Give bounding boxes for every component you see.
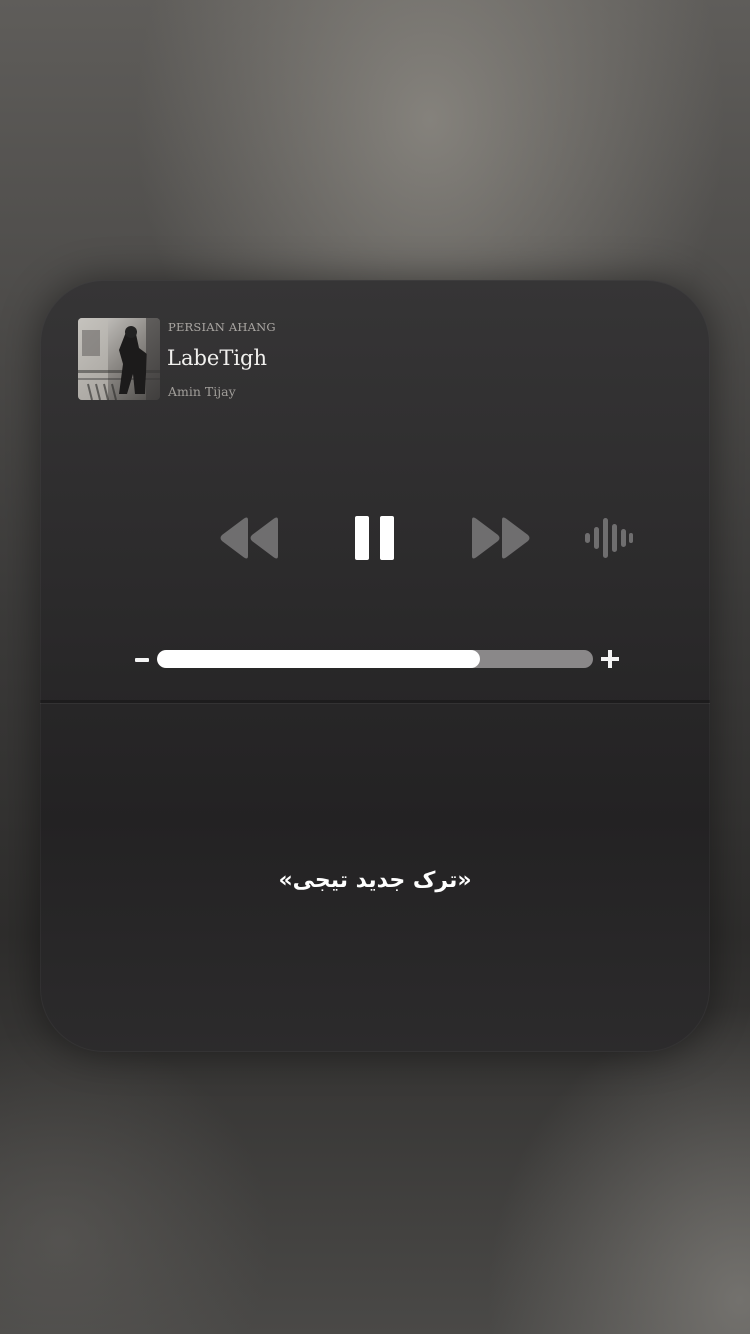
audio-waveform-icon <box>585 518 633 558</box>
track-title: LabeTigh <box>167 346 268 370</box>
source-label: PERSIAN AHANG <box>168 320 276 334</box>
album-art[interactable] <box>78 318 160 400</box>
volume-slider[interactable] <box>157 650 593 668</box>
audio-output-button[interactable] <box>583 516 635 560</box>
fast-forward-button[interactable] <box>470 514 532 562</box>
pause-button[interactable] <box>354 514 396 562</box>
rewind-icon <box>220 517 278 559</box>
volume-slider-fill <box>157 650 480 668</box>
now-playing-card: PERSIAN AHANG LabeTigh Amin Tijay «ترک ج… <box>40 280 710 1052</box>
volume-plus-icon[interactable] <box>601 650 619 668</box>
pause-icon <box>355 516 394 560</box>
fast-forward-icon <box>472 517 530 559</box>
caption-text: «ترک جدید تیجی» <box>278 868 472 893</box>
volume-minus-icon[interactable] <box>135 658 149 662</box>
divider <box>40 700 710 703</box>
rewind-button[interactable] <box>218 514 280 562</box>
track-artist: Amin Tijay <box>168 384 236 399</box>
